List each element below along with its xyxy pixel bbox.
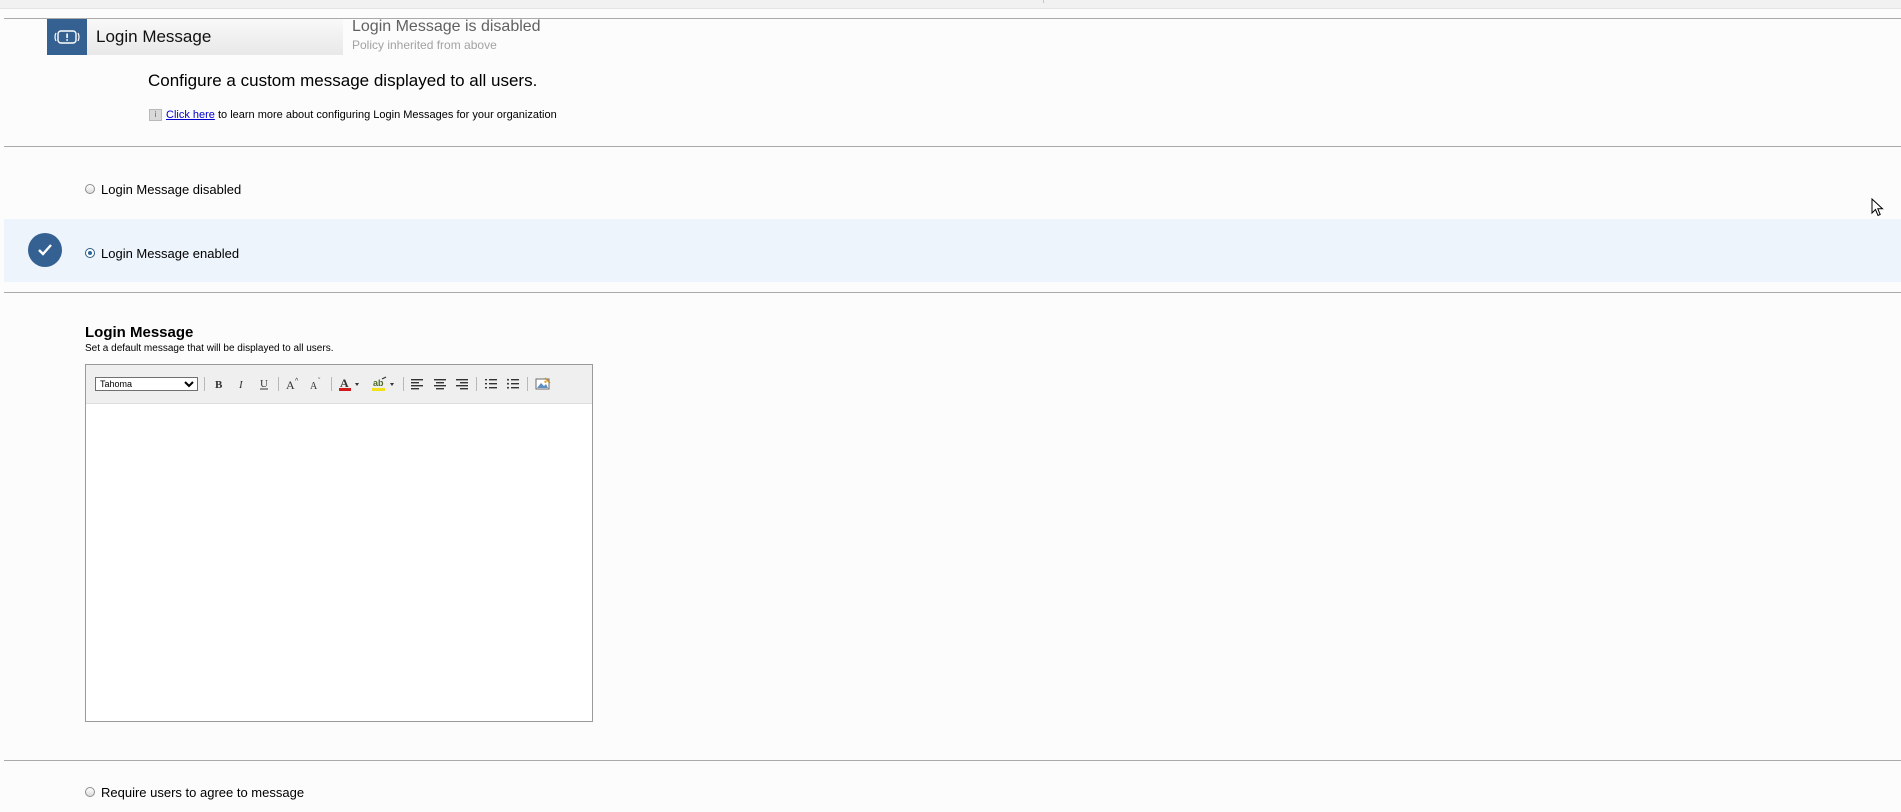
numbered-list-button[interactable] (482, 375, 500, 393)
italic-button[interactable]: I (233, 375, 251, 393)
login-message-disabled-label[interactable]: Login Message disabled (101, 182, 241, 197)
bulleted-list-icon (507, 378, 519, 389)
underline-icon: U (260, 378, 268, 390)
divider (4, 292, 1901, 293)
svg-text:ˇ: ˇ (318, 378, 321, 385)
message-editor-area[interactable] (86, 404, 592, 721)
toolbar-separator (527, 377, 528, 391)
divider (4, 760, 1901, 761)
policy-tab[interactable]: Login Message (87, 19, 343, 55)
font-size-decrease-icon: Aˇ (310, 378, 321, 391)
selected-check-icon (28, 233, 62, 267)
divider (4, 146, 1901, 147)
bold-icon: B (215, 379, 223, 391)
info-line: Click here to learn more about configuri… (166, 109, 557, 121)
editor-toolbar: Tahoma B I U A ^ Aˇ A ab (86, 365, 592, 404)
require-agree-radio[interactable] (85, 787, 95, 797)
toolbar-separator (204, 377, 205, 391)
policy-status-title: Login Message is disabled (352, 18, 541, 35)
mouse-pointer-icon (1871, 198, 1884, 217)
svg-text:B: B (215, 379, 223, 391)
image-icon (535, 377, 551, 390)
policy-description: Configure a custom message displayed to … (148, 71, 538, 90)
top-scroll-strip (0, 0, 1901, 9)
font-size-increase-icon: A ^ (286, 378, 299, 391)
login-message-section-title: Login Message (85, 324, 194, 341)
svg-text:ab: ab (373, 378, 384, 388)
login-message-enabled-radio[interactable] (85, 248, 95, 258)
svg-text:A: A (340, 376, 349, 390)
svg-text:U: U (260, 378, 268, 390)
svg-text:^: ^ (295, 378, 299, 385)
learn-more-link[interactable]: Click here (166, 109, 215, 121)
align-right-button[interactable] (453, 375, 471, 393)
font-color-icon: A (339, 376, 359, 391)
checkmark-icon (38, 244, 52, 256)
require-agree-label[interactable]: Require users to agree to message (101, 785, 304, 800)
broadcast-icon (54, 30, 80, 44)
policy-tab-label: Login Message (96, 27, 212, 46)
bold-button[interactable]: B (210, 375, 228, 393)
rich-text-editor: Tahoma B I U A ^ Aˇ A ab (85, 364, 593, 722)
enabled-option-row (4, 219, 1901, 282)
align-center-icon (434, 379, 446, 390)
svg-text:A: A (310, 381, 318, 391)
highlight-color-button[interactable]: ab (370, 375, 398, 393)
decrease-font-size-button[interactable]: Aˇ (306, 375, 326, 393)
align-left-button[interactable] (408, 375, 426, 393)
underline-button[interactable]: U (255, 375, 273, 393)
strip-tick (1043, 0, 1044, 3)
login-message-section-subtitle: Set a default message that will be displ… (85, 343, 334, 354)
svg-text:I: I (238, 379, 244, 391)
align-right-icon (456, 379, 468, 390)
highlight-icon: ab (372, 376, 394, 391)
policy-status-subtitle: Policy inherited from above (352, 38, 497, 52)
svg-text:A: A (286, 378, 295, 391)
toolbar-separator (476, 377, 477, 391)
align-left-icon (411, 379, 423, 390)
info-icon: i (149, 109, 162, 121)
bulleted-list-button[interactable] (504, 375, 522, 393)
increase-font-size-button[interactable]: A ^ (283, 375, 303, 393)
login-message-disabled-radio[interactable] (85, 184, 95, 194)
toolbar-separator (331, 377, 332, 391)
toolbar-separator (278, 377, 279, 391)
font-color-button[interactable]: A (337, 375, 363, 393)
toolbar-separator (403, 377, 404, 391)
insert-image-button[interactable] (533, 375, 553, 393)
info-text: to learn more about configuring Login Me… (214, 109, 557, 121)
login-message-enabled-label[interactable]: Login Message enabled (101, 246, 239, 261)
font-family-select[interactable]: Tahoma (95, 377, 198, 391)
italic-icon: I (238, 379, 244, 391)
login-message-policy-icon (47, 19, 87, 55)
numbered-list-icon (485, 379, 497, 389)
align-center-button[interactable] (431, 375, 449, 393)
